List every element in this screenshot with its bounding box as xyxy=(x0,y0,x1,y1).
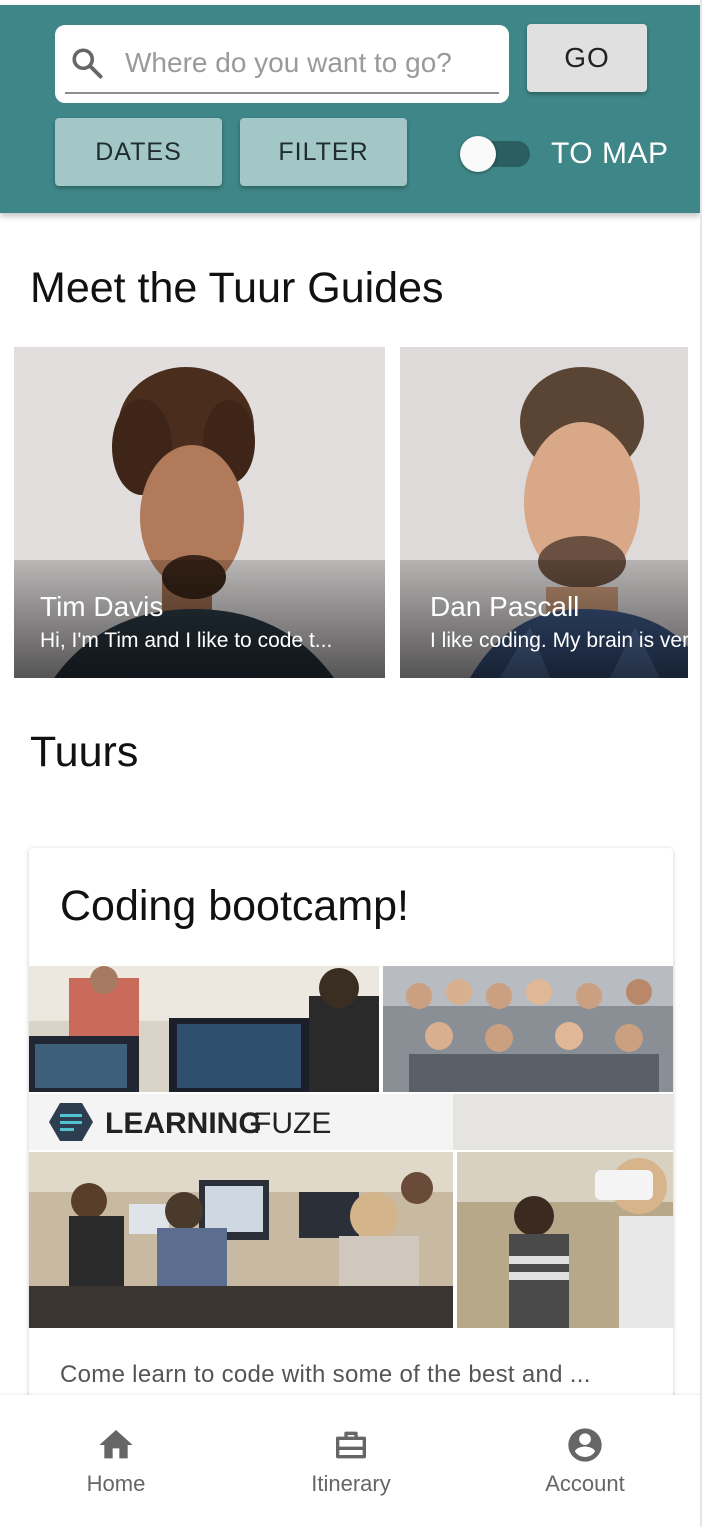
guides-section-title: Meet the Tuur Guides xyxy=(30,264,444,312)
search-icon xyxy=(72,48,103,79)
guide-bio: Hi, I'm Tim and I like to code t... xyxy=(40,629,333,652)
account-circle-icon xyxy=(568,1428,602,1462)
top-header: GO DATES FILTER TO MAP xyxy=(0,5,700,213)
home-icon xyxy=(99,1430,133,1459)
filter-button[interactable]: FILTER xyxy=(240,118,407,186)
learningfuze-logo-light: FUZE xyxy=(253,1107,331,1140)
tour-description: Come learn to code with some of the best… xyxy=(60,1361,591,1388)
tour-title: Coding bootcamp! xyxy=(60,882,409,930)
bottom-navigation: Home Itinerary Account xyxy=(0,1395,702,1527)
tuurs-section-title: Tuurs xyxy=(30,728,139,776)
guide-name: Tim Davis xyxy=(40,591,164,622)
search-box[interactable] xyxy=(55,25,509,103)
nav-home[interactable]: Home xyxy=(36,1425,196,1505)
nav-itinerary[interactable]: Itinerary xyxy=(271,1425,431,1505)
tour-image: LEARNING FUZE xyxy=(29,966,673,1328)
search-underline xyxy=(65,92,499,94)
dates-button[interactable]: DATES xyxy=(55,118,222,186)
nav-label: Account xyxy=(545,1471,625,1496)
learningfuze-logo-bold: LEARNING xyxy=(105,1107,262,1140)
briefcase-icon xyxy=(336,1431,366,1459)
guide-card-dan-pascall[interactable]: Dan Pascall I like coding. My brain is v… xyxy=(400,347,688,678)
nav-label: Home xyxy=(86,1471,146,1496)
tour-card-coding-bootcamp[interactable]: Coding bootcamp! LEARNING FUZE Come lear… xyxy=(29,848,673,1408)
nav-account[interactable]: Account xyxy=(505,1425,665,1505)
toggle-thumb xyxy=(460,136,496,172)
go-button[interactable]: GO xyxy=(527,24,647,92)
guide-name: Dan Pascall xyxy=(430,591,580,622)
to-map-label[interactable]: TO MAP xyxy=(551,137,668,171)
nav-label: Itinerary xyxy=(311,1471,391,1496)
guide-card-tim-davis[interactable]: Tim Davis Hi, I'm Tim and I like to code… xyxy=(14,347,385,678)
map-toggle-switch[interactable] xyxy=(460,135,530,172)
search-input[interactable] xyxy=(125,43,495,83)
guide-bio: I like coding. My brain is very xyxy=(430,629,688,652)
